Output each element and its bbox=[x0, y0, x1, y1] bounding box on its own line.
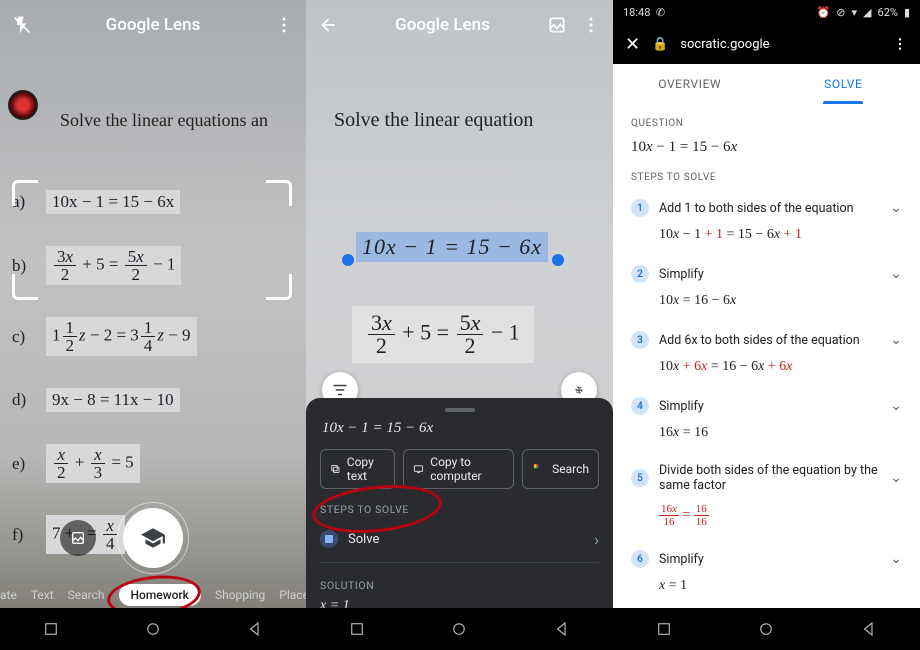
step-3[interactable]: 3Add 6x to both sides of the equation⌄ 1… bbox=[631, 325, 902, 375]
sheet-handle[interactable] bbox=[445, 408, 475, 412]
wifi-icon: ▾ bbox=[852, 6, 858, 19]
nav-back-icon[interactable] bbox=[860, 620, 878, 638]
flash-off-icon[interactable] bbox=[12, 15, 32, 35]
steps-heading: STEPS TO SOLVE bbox=[631, 172, 902, 183]
signal-icon: ◢ bbox=[863, 6, 871, 19]
page-headline: Solve the linear equations an bbox=[60, 110, 306, 131]
copy-text-button[interactable]: Copy text bbox=[320, 449, 395, 489]
step-4-equation: 16x = 16 bbox=[659, 425, 902, 441]
mode-text[interactable]: Text bbox=[31, 588, 54, 602]
step-1[interactable]: 1Add 1 to both sides of the equation⌄ 10… bbox=[631, 193, 902, 243]
chevron-down-icon: ⌄ bbox=[890, 332, 902, 348]
shutter-button[interactable] bbox=[123, 508, 183, 568]
browser-bar: ✕ 🔒 socratic.google bbox=[613, 24, 920, 64]
step-2[interactable]: 2Simplify⌄ 10x = 16 − 6x bbox=[631, 259, 902, 309]
nav-home-icon[interactable] bbox=[144, 620, 162, 638]
equation-row: a) 10x − 1 = 15 − 6x bbox=[12, 190, 294, 214]
nav-recent-icon[interactable] bbox=[655, 620, 673, 638]
image-icon[interactable] bbox=[547, 15, 567, 35]
dnd-icon: ⊘ bbox=[836, 6, 845, 19]
app-title: Google Lens bbox=[395, 15, 490, 35]
chevron-down-icon: ⌄ bbox=[890, 398, 902, 414]
status-time: 18:48 ✆ bbox=[623, 6, 665, 19]
chevron-down-icon: ⌄ bbox=[890, 551, 902, 567]
equation-row: e) x2 + x3 = 5 bbox=[12, 444, 294, 483]
gallery-button[interactable] bbox=[60, 520, 96, 556]
step-4[interactable]: 4Simplify⌄ 16x = 16 bbox=[631, 391, 902, 441]
tabs: OVERVIEW SOLVE bbox=[613, 64, 920, 104]
top-bar: Google Lens bbox=[306, 0, 613, 50]
action-chips: Copy text Copy to computer Search bbox=[320, 449, 599, 489]
mode-translate[interactable]: slate bbox=[0, 588, 17, 602]
selection-handle-left[interactable] bbox=[342, 254, 354, 266]
chevron-down-icon: ⌄ bbox=[890, 266, 902, 282]
equation-row: d) 9x − 8 = 11x − 10 bbox=[12, 388, 294, 412]
more-icon[interactable] bbox=[581, 15, 601, 35]
chevron-down-icon: ⌄ bbox=[890, 200, 902, 216]
equation-b[interactable]: 3x2 + 5 = 5x2 − 1 bbox=[46, 246, 181, 285]
copy-to-computer-button[interactable]: Copy to computer bbox=[403, 449, 514, 489]
back-icon[interactable] bbox=[318, 15, 338, 35]
results-sheet[interactable]: 10x − 1 = 15 − 6x Copy text Copy to comp… bbox=[306, 398, 613, 608]
equation-row: b) 3x2 + 5 = 5x2 − 1 bbox=[12, 246, 294, 285]
battery-icon: ▮ bbox=[904, 6, 910, 19]
pane-lens-results: Google Lens Solve the linear equation 10… bbox=[306, 0, 613, 650]
nav-recent-icon[interactable] bbox=[348, 620, 366, 638]
pane-lens-capture: Google Lens Solve the linear equations a… bbox=[0, 0, 306, 650]
step-6[interactable]: 6Simplify⌄ x = 1 bbox=[631, 544, 902, 594]
equation-b[interactable]: 3x2 + 5 = 5x2 − 1 bbox=[352, 306, 534, 363]
alarm-icon: ⏰ bbox=[817, 6, 831, 19]
step-6-equation: x = 1 bbox=[659, 578, 902, 594]
top-bar: Google Lens bbox=[0, 0, 306, 50]
step-1-equation: 10x − 1 + 1 = 15 − 6x + 1 bbox=[659, 227, 902, 243]
url-text: socratic.google bbox=[680, 37, 880, 52]
close-icon[interactable]: ✕ bbox=[625, 34, 640, 55]
android-navbar bbox=[0, 608, 306, 650]
step-3-equation: 10x + 6x = 16 − 6x + 6x bbox=[659, 359, 902, 375]
nav-home-icon[interactable] bbox=[757, 620, 775, 638]
equation-row: c) 112z − 2 = 314z − 9 bbox=[12, 317, 294, 356]
solve-body[interactable]: QUESTION 10x − 1 = 15 − 6x STEPS TO SOLV… bbox=[613, 104, 920, 608]
tab-overview[interactable]: OVERVIEW bbox=[613, 64, 767, 104]
pane-socratic: 18:48 ✆ ⏰ ⊘ ▾ ◢ 62% ▮ ✕ 🔒 socratic.googl… bbox=[613, 0, 920, 650]
step-2-equation: 10x = 16 − 6x bbox=[659, 293, 902, 309]
mode-search[interactable]: Search bbox=[68, 588, 105, 602]
step-5[interactable]: 5Divide both sides of the equation by th… bbox=[631, 457, 902, 528]
status-bar: 18:48 ✆ ⏰ ⊘ ▾ ◢ 62% ▮ bbox=[613, 0, 920, 24]
nav-back-icon[interactable] bbox=[246, 620, 264, 638]
equation-d[interactable]: 9x − 8 = 11x − 10 bbox=[46, 388, 180, 412]
app-title: Google Lens bbox=[106, 15, 201, 35]
equation-list: a) 10x − 1 = 15 − 6x b) 3x2 + 5 = 5x2 − … bbox=[12, 190, 294, 554]
mode-homework[interactable]: Homework bbox=[119, 584, 201, 606]
sheet-equation: 10x − 1 = 15 − 6x bbox=[322, 420, 599, 437]
selection-handle-right[interactable] bbox=[552, 254, 564, 266]
question-equation: 10x − 1 = 15 − 6x bbox=[631, 139, 902, 156]
equation-a[interactable]: 10x − 1 = 15 − 6x bbox=[46, 190, 180, 214]
steps-heading: STEPS TO SOLVE bbox=[320, 503, 599, 516]
lock-icon: 🔒 bbox=[652, 37, 668, 52]
search-button[interactable]: Search bbox=[522, 449, 599, 489]
more-icon[interactable] bbox=[892, 36, 908, 52]
android-navbar bbox=[613, 608, 920, 650]
equation-c[interactable]: 112z − 2 = 314z − 9 bbox=[46, 317, 197, 356]
nav-recent-icon[interactable] bbox=[42, 620, 60, 638]
solve-icon bbox=[320, 530, 338, 548]
record-indicator-icon bbox=[8, 90, 38, 120]
selected-equation[interactable]: 10x − 1 = 15 − 6x bbox=[356, 232, 548, 262]
page-headline: Solve the linear equation bbox=[334, 109, 533, 132]
nav-home-icon[interactable] bbox=[450, 620, 468, 638]
more-icon[interactable] bbox=[274, 15, 294, 35]
solve-row[interactable]: Solve › bbox=[320, 522, 599, 563]
android-navbar bbox=[306, 608, 613, 650]
mode-tabs: slate Text Search Homework Shopping Plac… bbox=[0, 584, 306, 606]
question-heading: QUESTION bbox=[631, 118, 902, 129]
chevron-down-icon: ⌄ bbox=[890, 470, 902, 486]
step-5-equation: 16x16 = 1616 bbox=[659, 503, 902, 528]
equation-e[interactable]: x2 + x3 = 5 bbox=[46, 444, 140, 483]
battery-label: 62% bbox=[878, 6, 898, 19]
tab-solve[interactable]: SOLVE bbox=[767, 64, 920, 104]
nav-back-icon[interactable] bbox=[553, 620, 571, 638]
mode-shopping[interactable]: Shopping bbox=[215, 588, 265, 602]
chevron-right-icon: › bbox=[594, 530, 599, 549]
